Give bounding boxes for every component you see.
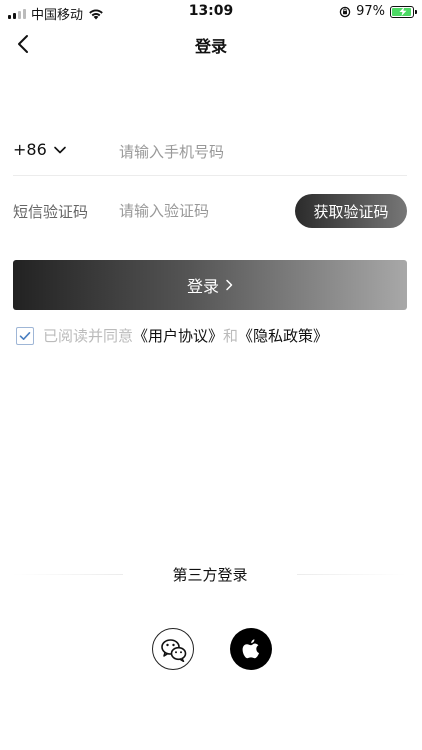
checkmark-icon: [19, 331, 31, 340]
page-title: 登录: [194, 37, 227, 56]
sms-code-row: 短信验证码 获取验证码: [13, 192, 407, 230]
phone-input[interactable]: [119, 138, 399, 166]
status-bar: 中国移动 13:09 97%: [0, 0, 422, 24]
status-right: 97%: [339, 4, 417, 19]
country-code-value: +86: [13, 140, 47, 159]
battery-fill: [392, 6, 412, 16]
agreement-prefix: 已阅读并同意: [43, 327, 134, 345]
privacy-policy-link[interactable]: 《隐私政策》: [238, 325, 328, 346]
country-code-selector[interactable]: +86: [13, 140, 67, 159]
divider-right: [297, 574, 407, 575]
apple-login-button[interactable]: [230, 628, 272, 670]
third-party-header: 第三方登录: [13, 562, 407, 586]
wechat-login-button[interactable]: [152, 628, 194, 670]
agreement-checkbox[interactable]: [16, 326, 34, 345]
sms-code-label: 短信验证码: [13, 203, 89, 221]
get-code-button[interactable]: 获取验证码: [295, 194, 407, 228]
login-button[interactable]: 登录: [13, 260, 407, 310]
chevron-right-icon: [226, 279, 233, 291]
battery-percent: 97%: [356, 4, 385, 19]
agreement-connector: 和: [223, 327, 239, 345]
phone-row: +86: [13, 128, 407, 176]
chevron-down-icon: [53, 146, 66, 153]
nav-bar: 登录: [0, 24, 422, 64]
orientation-lock-icon: [339, 6, 351, 17]
login-button-label: 登录: [186, 277, 219, 296]
agreement-row: 已阅读并同意 《用户协议》 和 《隐私政策》: [16, 325, 328, 346]
sms-code-input[interactable]: [119, 197, 289, 225]
apple-icon: [242, 639, 259, 659]
wechat-icon: [161, 639, 187, 663]
user-agreement-link[interactable]: 《用户协议》: [133, 325, 223, 346]
battery-icon: [390, 5, 417, 18]
charging-bolt-icon: [399, 6, 407, 16]
